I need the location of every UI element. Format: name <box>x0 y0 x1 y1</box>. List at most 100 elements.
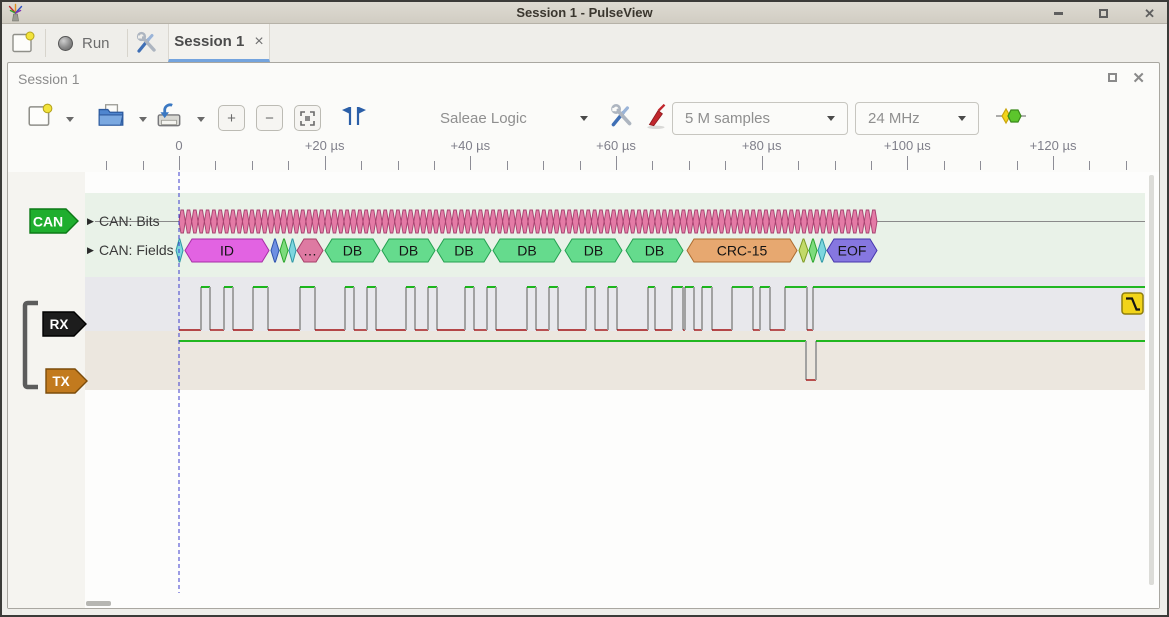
expander-icon[interactable]: ▶ <box>87 216 94 227</box>
bit-annotation <box>871 210 877 233</box>
new-file-dropdown-arrow[interactable] <box>66 117 74 122</box>
bit-annotation <box>388 210 394 233</box>
bit-annotation <box>807 210 813 233</box>
bit-annotation <box>198 210 204 233</box>
decoder-annotation-label: DB <box>645 243 664 259</box>
channels-button[interactable] <box>644 102 670 133</box>
bit-annotation <box>591 210 597 233</box>
bit-annotation <box>350 210 356 233</box>
bit-annotation <box>630 210 636 233</box>
bit-annotation <box>274 210 280 233</box>
show-cursors-button[interactable] <box>340 104 368 131</box>
bit-annotation <box>655 210 661 233</box>
bit-annotation <box>814 210 820 233</box>
device-select[interactable]: Saleae Logic <box>428 102 600 135</box>
decoder-annotation-label: DB <box>343 243 362 259</box>
save-file-button[interactable] <box>154 102 184 133</box>
dock-close-icon[interactable]: ✕ <box>1132 69 1145 87</box>
toolbar-separator <box>45 29 46 57</box>
run-button[interactable]: Run <box>52 24 116 62</box>
main-toolbar: Run Session 1 × <box>2 24 1167 62</box>
pulseview-window: Session 1 - PulseView ✕ Run <box>0 0 1169 617</box>
zoom-in-button[interactable]: + <box>218 105 245 131</box>
bit-annotation <box>649 210 655 233</box>
bit-annotation <box>845 210 851 233</box>
bit-annotation <box>763 210 769 233</box>
bit-annotation <box>788 210 794 233</box>
save-dropdown-arrow[interactable] <box>197 117 205 122</box>
dock-float-icon[interactable] <box>1108 73 1117 82</box>
bit-annotation <box>858 210 864 233</box>
decoder-annotation-label: CRC-15 <box>717 243 768 259</box>
ruler-tick <box>798 161 799 170</box>
bit-annotation <box>579 210 585 233</box>
bit-annotation <box>833 210 839 233</box>
decoder-annotation-label: EOF <box>838 243 867 259</box>
bit-annotation <box>528 210 534 233</box>
bit-annotation <box>598 210 604 233</box>
trigger-marker[interactable] <box>1122 293 1143 314</box>
close-icon[interactable]: ✕ <box>1144 7 1155 20</box>
zoom-in-icon: + <box>227 110 236 127</box>
ruler-tick <box>689 161 690 170</box>
ruler-tick <box>288 161 289 170</box>
bit-annotation <box>522 210 528 233</box>
bit-annotation <box>477 210 483 233</box>
vertical-scrollbar-thumb[interactable] <box>1149 175 1154 585</box>
ruler-tick <box>580 161 581 170</box>
ruler-tick <box>980 161 981 170</box>
sample-rate-select[interactable]: 24 MHz <box>855 102 979 135</box>
window-title: Session 1 - PulseView <box>2 5 1167 20</box>
ruler-tick <box>470 156 471 170</box>
new-session-button[interactable] <box>10 30 36 59</box>
session-toolbar: + − <box>8 95 1159 137</box>
bit-annotation <box>255 210 261 233</box>
tx-trace-tag-label: TX <box>52 374 69 389</box>
zoom-fit-button[interactable] <box>294 105 321 131</box>
bit-annotation <box>249 210 255 233</box>
sample-count-select[interactable]: 5 M samples <box>672 102 848 135</box>
bit-annotation <box>737 210 743 233</box>
horizontal-scrollbar-thumb[interactable] <box>86 601 111 606</box>
bit-annotation <box>852 210 858 233</box>
settings-button[interactable] <box>134 30 160 59</box>
ruler-tick <box>507 161 508 170</box>
minimize-icon[interactable] <box>1054 12 1063 15</box>
bit-annotation <box>217 210 223 233</box>
bit-annotation <box>795 210 801 233</box>
ruler-tick <box>944 161 945 170</box>
bit-annotation <box>553 210 559 233</box>
bit-annotation <box>699 210 705 233</box>
maximize-icon[interactable] <box>1099 9 1108 18</box>
ruler-tick <box>1089 161 1090 170</box>
ruler-label: +80 µs <box>742 138 782 153</box>
tx-band <box>85 331 1145 390</box>
ruler-tick <box>725 161 726 170</box>
new-file-button[interactable] <box>26 102 54 133</box>
bit-annotation <box>211 210 217 233</box>
tab-session-1[interactable]: Session 1 × <box>168 24 270 62</box>
time-ruler[interactable]: 0+20 µs+40 µs+60 µs+80 µs+100 µs+120 µs <box>8 137 1159 172</box>
expander-icon[interactable]: ▶ <box>87 245 94 256</box>
add-decoder-button[interactable] <box>995 105 1027 130</box>
sample-count-value: 5 M samples <box>685 110 770 127</box>
decoder-row-label-fields: CAN: Fields <box>99 242 174 258</box>
tab-label: Session 1 <box>174 33 244 50</box>
bit-annotation <box>775 210 781 233</box>
decoder-annotation-label: DB <box>584 243 603 259</box>
bit-annotation <box>547 210 553 233</box>
open-file-button[interactable] <box>96 102 126 133</box>
bit-annotation <box>560 210 566 233</box>
bit-annotation <box>325 210 331 233</box>
trace-view[interactable]: ID…DBDBDBDBDBDBCRC-15EOFCANRXTX ▶ CAN: B… <box>8 172 1159 608</box>
bit-annotation <box>782 210 788 233</box>
bit-annotation <box>661 210 667 233</box>
configure-device-button[interactable] <box>608 102 636 133</box>
rx-band <box>85 277 1145 331</box>
zoom-out-button[interactable]: − <box>256 105 283 131</box>
tab-close-icon[interactable]: × <box>254 34 263 50</box>
ruler-tick <box>106 161 107 170</box>
bit-annotation <box>471 210 477 233</box>
bit-annotation <box>452 210 458 233</box>
open-file-dropdown-arrow[interactable] <box>139 117 147 122</box>
